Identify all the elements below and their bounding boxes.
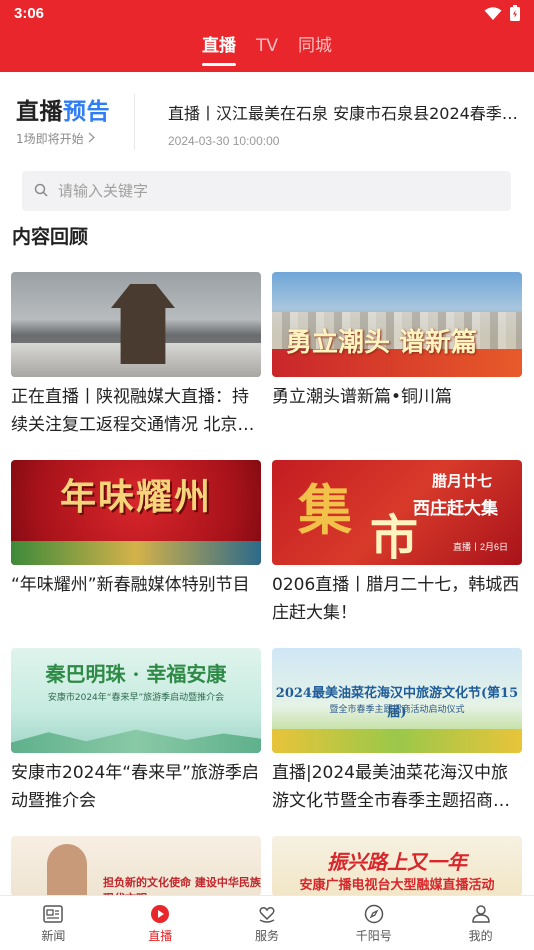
card-title: 直播|2024最美油菜花海汉中旅游文化节暨全市春季主题招商活动启动仪式 xyxy=(272,763,510,811)
thumbnail-text: 安康广播电视台大型融媒直播活动 xyxy=(299,878,495,893)
card-thumbnail: 振兴路上又一年 安康广播电视台大型融媒直播活动 xyxy=(272,836,522,896)
card-thumbnail: 担负新的文化使命 建设中华民族现代文明 xyxy=(11,836,261,896)
live-preview[interactable]: 直播预告 1场即将开始 直播丨汉江最美在石泉 安康市石泉县2024春季旅游推介会… xyxy=(0,80,534,160)
section-title: 内容回顾 xyxy=(12,226,89,248)
tab-local[interactable]: 同城 xyxy=(298,32,332,62)
service-heart-icon xyxy=(256,903,278,925)
live-preview-event[interactable]: 直播丨汉江最美在石泉 安康市石泉县2024春季旅游推介会 2024-03-30 … xyxy=(168,100,518,148)
card-thumbnail: 年味耀州 xyxy=(11,460,261,565)
card-title: 安康市2024年“春来早”旅游季启动暨推介会 xyxy=(11,763,259,811)
live-preview-count[interactable]: 1场即将开始 xyxy=(16,130,136,147)
live-preview-title-main: 直播 xyxy=(16,99,63,125)
content-card[interactable]: 秦巴明珠 · 幸福安康 安康市2024年“春来早”旅游季启动暨推介会 安康市20… xyxy=(11,648,261,815)
card-thumbnail: 集 市 腊月廿七 西庄赶大集 直播丨2月6日 xyxy=(272,460,522,565)
compass-icon xyxy=(363,903,385,925)
bottom-nav: 新闻 直播 服务 千阳号 我的 xyxy=(0,895,534,950)
content-card[interactable]: 正在直播丨陕视融媒大直播：持续关注复工返程交通情况 北京西安雨雪天气 xyxy=(11,272,261,439)
thumbnail-text: 西庄赶大集 xyxy=(413,499,498,519)
live-play-icon xyxy=(149,903,171,925)
status-bar: 3:06 xyxy=(0,0,534,28)
content-card[interactable]: 勇立潮头 谱新篇 勇立潮头谱新篇•铜川篇 xyxy=(272,272,522,411)
nav-live[interactable]: 直播 xyxy=(107,896,214,950)
nav-label: 我的 xyxy=(468,928,493,943)
nav-label: 千阳号 xyxy=(355,928,392,943)
thumbnail-text: 年味耀州 xyxy=(59,476,212,518)
content-card[interactable]: 年味耀州 “年味耀州”新春融媒体特别节目 xyxy=(11,460,261,599)
thumbnail-text: 直播丨2月6日 xyxy=(452,542,508,552)
search-bar[interactable] xyxy=(22,171,511,211)
nav-label: 直播 xyxy=(148,928,173,943)
chevron-right-icon xyxy=(88,132,95,146)
app-header: 3:06 直播 TV 同城 xyxy=(0,0,534,72)
nav-service[interactable]: 服务 xyxy=(214,896,321,950)
live-preview-event-title: 直播丨汉江最美在石泉 安康市石泉县2024春季旅游推介会 xyxy=(168,104,518,123)
nav-qianyang[interactable]: 千阳号 xyxy=(320,896,427,950)
card-thumbnail: 勇立潮头 谱新篇 xyxy=(272,272,522,377)
thumbnail-text: 勇立潮头 谱新篇 xyxy=(286,328,478,358)
news-icon xyxy=(42,903,64,925)
content-card[interactable]: 2024最美油菜花海汉中旅游文化节(第15届) 暨全市春季主题招商活动启动仪式 … xyxy=(272,648,522,815)
thumbnail-text: 市 xyxy=(370,510,419,565)
live-preview-count-label: 1场即将开始 xyxy=(16,132,84,146)
nav-profile[interactable]: 我的 xyxy=(427,896,534,950)
card-title: 正在直播丨陕视融媒大直播：持续关注复工返程交通情况 北京西安雨雪天气 xyxy=(11,387,255,435)
thumbnail-text: 安康市2024年“春来早”旅游季启动暨推介会 xyxy=(47,693,225,703)
thumbnail-text: 担负新的文化使命 建设中华民族现代文明 xyxy=(103,876,261,896)
thumbnail-text: 振兴路上又一年 xyxy=(327,850,467,874)
card-thumbnail xyxy=(11,272,261,377)
content-card[interactable]: 集 市 腊月廿七 西庄赶大集 直播丨2月6日 0206直播丨腊月二十七，韩城西庄… xyxy=(272,460,522,627)
thumbnail-text: 秦巴明珠 · 幸福安康 xyxy=(45,662,227,686)
nav-label: 服务 xyxy=(254,928,279,943)
top-tabs: 直播 TV 同城 xyxy=(0,32,534,72)
thumbnail-text: 暨全市春季主题招商活动启动仪式 xyxy=(329,705,465,715)
live-preview-title-accent: 预告 xyxy=(63,99,110,125)
status-time: 3:06 xyxy=(14,5,45,22)
thumbnail-text: 集 xyxy=(298,478,352,542)
user-icon xyxy=(470,903,492,925)
status-icons xyxy=(484,5,520,25)
card-title: 0206直播丨腊月二十七，韩城西庄赶大集！ xyxy=(272,575,520,623)
card-thumbnail: 秦巴明珠 · 幸福安康 安康市2024年“春来早”旅游季启动暨推介会 xyxy=(11,648,261,753)
card-title: “年味耀州”新春融媒体特别节目 xyxy=(11,575,250,595)
tab-live[interactable]: 直播 xyxy=(201,32,236,66)
card-title: 勇立潮头谱新篇•铜川篇 xyxy=(272,387,453,407)
live-preview-title: 直播预告 xyxy=(16,92,136,126)
nav-news[interactable]: 新闻 xyxy=(0,896,107,950)
wifi-icon xyxy=(484,6,502,25)
search-input[interactable] xyxy=(58,182,478,200)
content-card[interactable]: 振兴路上又一年 安康广播电视台大型融媒直播活动 xyxy=(272,836,522,896)
live-preview-event-time: 2024-03-30 10:00:00 xyxy=(168,134,280,148)
live-page: 3:06 直播 TV 同城 直播预告 1场即将开始 直播丨汉江最美在石泉 安康市… xyxy=(0,0,534,950)
content-card[interactable]: 担负新的文化使命 建设中华民族现代文明 xyxy=(11,836,261,896)
search-icon xyxy=(34,182,48,201)
thumbnail-text: 腊月廿七 xyxy=(431,472,492,490)
divider xyxy=(134,94,135,150)
tab-tv[interactable]: TV xyxy=(256,32,278,62)
nav-label: 新闻 xyxy=(41,928,66,943)
battery-icon xyxy=(510,5,520,25)
live-preview-header: 直播预告 1场即将开始 xyxy=(16,92,136,147)
card-thumbnail: 2024最美油菜花海汉中旅游文化节(第15届) 暨全市春季主题招商活动启动仪式 xyxy=(272,648,522,753)
